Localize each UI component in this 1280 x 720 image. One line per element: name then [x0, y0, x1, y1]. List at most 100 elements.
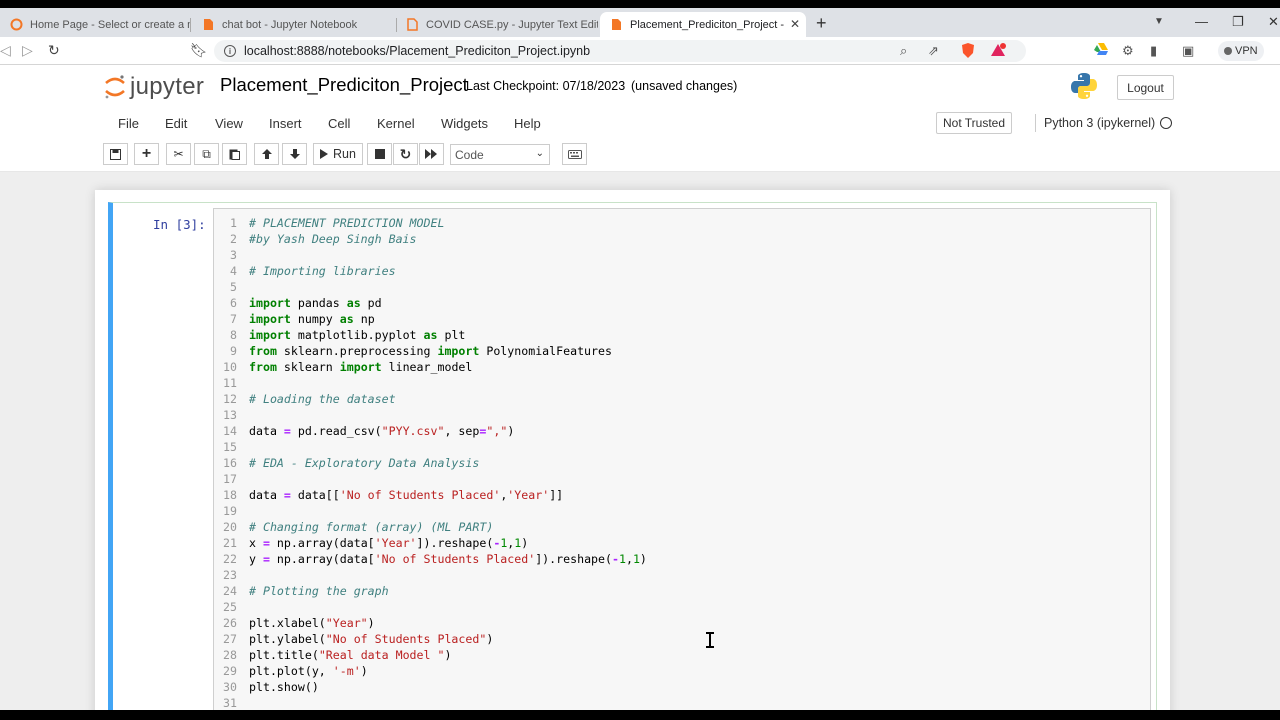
- code-line[interactable]: 2 #by Yash Deep Singh Bais: [214, 231, 1150, 247]
- menu-file[interactable]: File: [118, 116, 139, 131]
- share-icon[interactable]: ⇗: [928, 43, 939, 59]
- code-line[interactable]: 30 plt.show(): [214, 679, 1150, 695]
- code-line[interactable]: 29 plt.plot(y, '-m'): [214, 663, 1150, 679]
- not-trusted-button[interactable]: Not Trusted: [936, 112, 1013, 134]
- menu-edit[interactable]: Edit: [165, 116, 187, 131]
- code-token: # Importing libraries: [249, 264, 396, 278]
- logout-button[interactable]: Logout: [1117, 75, 1174, 100]
- back-icon[interactable]: ◁: [0, 42, 11, 59]
- code-line[interactable]: 17: [214, 471, 1150, 487]
- code-editor[interactable]: 1 # PLACEMENT PREDICTION MODEL 2 #by Yash D…: [213, 208, 1151, 710]
- interrupt-button[interactable]: [367, 143, 392, 165]
- sidebar-icon[interactable]: ▮: [1150, 43, 1157, 59]
- code-line[interactable]: 8 import matplotlib.pyplot as plt: [214, 327, 1150, 343]
- code-line[interactable]: 3: [214, 247, 1150, 263]
- code-line[interactable]: 5: [214, 279, 1150, 295]
- menu-insert[interactable]: Insert: [269, 116, 302, 131]
- code-token: #by Yash Deep Singh Bais: [249, 232, 417, 246]
- site-info-icon[interactable]: i: [224, 45, 236, 57]
- command-palette-button[interactable]: [562, 143, 587, 165]
- chevron-down-icon[interactable]: ▼: [1154, 16, 1164, 27]
- code-line[interactable]: 25: [214, 599, 1150, 615]
- code-token: import: [249, 312, 291, 326]
- menu-view[interactable]: View: [215, 116, 243, 131]
- line-number: 23: [223, 568, 237, 582]
- copy-button[interactable]: ⧉: [194, 143, 219, 165]
- paste-button[interactable]: [222, 143, 247, 165]
- code-line[interactable]: 1 # PLACEMENT PREDICTION MODEL: [214, 215, 1150, 231]
- kernel-name[interactable]: Python 3 (ipykernel): [1044, 116, 1155, 130]
- code-line[interactable]: 23: [214, 567, 1150, 583]
- code-line[interactable]: 16 # EDA - Exploratory Data Analysis: [214, 455, 1150, 471]
- vpn-button[interactable]: VPN: [1218, 41, 1264, 61]
- restore-icon[interactable]: ❐: [1232, 14, 1244, 30]
- code-line[interactable]: 4 # Importing libraries: [214, 263, 1150, 279]
- kernel-divider: [1035, 114, 1036, 132]
- jupyter-favicon-icon: [10, 18, 23, 31]
- google-drive-icon[interactable]: [1094, 43, 1108, 58]
- code-line[interactable]: 15: [214, 439, 1150, 455]
- code-line[interactable]: 20 # Changing format (array) (ML PART): [214, 519, 1150, 535]
- run-button[interactable]: Run: [313, 143, 363, 165]
- cell-type-select[interactable]: Code ⌄: [450, 144, 550, 165]
- tab-chat-bot[interactable]: chat bot - Jupyter Notebook: [192, 12, 392, 37]
- move-down-button[interactable]: [282, 143, 307, 165]
- insert-cell-button[interactable]: +: [134, 143, 159, 165]
- code-token: plt.ylabel(: [249, 632, 326, 646]
- code-line[interactable]: 7 import numpy as np: [214, 311, 1150, 327]
- code-line[interactable]: 19: [214, 503, 1150, 519]
- code-line[interactable]: 13: [214, 407, 1150, 423]
- line-number: 20: [223, 520, 237, 534]
- code-line[interactable]: 6 import pandas as pd: [214, 295, 1150, 311]
- code-token: as: [339, 312, 354, 326]
- code-line[interactable]: 11: [214, 375, 1150, 391]
- tab-placement-project[interactable]: Placement_Prediciton_Project - Jupyter N…: [600, 12, 806, 37]
- close-window-icon[interactable]: ✕: [1268, 14, 1279, 30]
- menu-widgets[interactable]: Widgets: [441, 116, 488, 131]
- menu-cell[interactable]: Cell: [328, 116, 350, 131]
- code-line[interactable]: 10 from sklearn import linear_model: [214, 359, 1150, 375]
- minimize-icon[interactable]: —: [1195, 14, 1208, 29]
- cut-button[interactable]: ✂: [166, 143, 191, 165]
- wallet-icon[interactable]: ▣: [1182, 43, 1194, 59]
- forward-icon[interactable]: ▷: [22, 42, 33, 59]
- code-line[interactable]: 14 data = pd.read_csv("PYY.csv", sep=","): [214, 423, 1150, 439]
- extensions-icon[interactable]: ⚙︎: [1122, 43, 1134, 59]
- zoom-icon[interactable]: ⌕: [900, 43, 907, 59]
- code-token: y: [249, 552, 263, 566]
- bookmark-icon[interactable]: 🔖︎: [190, 42, 208, 59]
- new-tab-icon[interactable]: +: [816, 13, 827, 34]
- brave-shield-icon[interactable]: [961, 43, 975, 61]
- move-up-button[interactable]: [254, 143, 279, 165]
- tab-home-page[interactable]: Home Page - Select or create a notebook: [0, 12, 190, 37]
- code-line[interactable]: 21 x = np.array(data['Year']).reshape(-1,…: [214, 535, 1150, 551]
- code-line[interactable]: 22 y = np.array(data['No of Students Plac…: [214, 551, 1150, 567]
- reload-icon[interactable]: ↻: [48, 42, 60, 59]
- code-line[interactable]: 12 # Loading the dataset: [214, 391, 1150, 407]
- code-token: PolynomialFeatures: [479, 344, 612, 358]
- notebook-name[interactable]: Placement_Prediciton_Project: [220, 74, 468, 96]
- tab-covid-case[interactable]: COVID CASE.py - Jupyter Text Editor: [396, 12, 598, 37]
- code-line[interactable]: 24 # Plotting the graph: [214, 583, 1150, 599]
- save-button[interactable]: [103, 143, 128, 165]
- code-line[interactable]: 27 plt.ylabel("No of Students Placed"): [214, 631, 1150, 647]
- brave-rewards-icon[interactable]: [990, 43, 1006, 60]
- restart-run-all-button[interactable]: [419, 143, 444, 165]
- code-line[interactable]: 18 data = data[['No of Students Placed','…: [214, 487, 1150, 503]
- close-tab-icon[interactable]: ✕: [790, 17, 800, 31]
- code-token: plt.xlabel(: [249, 616, 326, 630]
- menu-help[interactable]: Help: [514, 116, 541, 131]
- code-line[interactable]: 26 plt.xlabel("Year"): [214, 615, 1150, 631]
- code-token: import: [249, 328, 291, 342]
- code-token: from: [249, 360, 277, 374]
- menu-kernel[interactable]: Kernel: [377, 116, 415, 131]
- jupyter-logo[interactable]: jupyter: [104, 73, 204, 101]
- code-cell[interactable]: In [3]: 1 # PLACEMENT PREDICTION MODEL 2 #b…: [108, 202, 1157, 710]
- code-token: ]).reshape(: [416, 536, 494, 550]
- restart-button[interactable]: ↻: [393, 143, 418, 165]
- last-checkpoint: Last Checkpoint: 07/18/2023: [466, 79, 626, 93]
- code-line[interactable]: 9 from sklearn.preprocessing import Polyn…: [214, 343, 1150, 359]
- code-line[interactable]: 31: [214, 695, 1150, 710]
- python-logo-icon: [1070, 72, 1098, 105]
- code-line[interactable]: 28 plt.title("Real data Model "): [214, 647, 1150, 663]
